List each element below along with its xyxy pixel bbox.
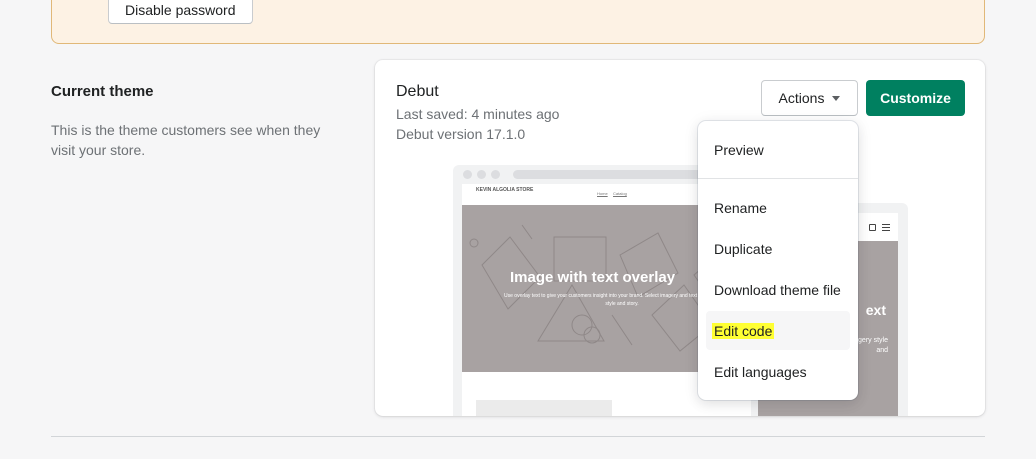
section-description: This is the theme customers see when the… [51,122,321,158]
customize-button[interactable]: Customize [866,80,965,116]
theme-last-saved: Last saved: 4 minutes ago [396,106,560,122]
caret-down-icon [832,95,841,101]
theme-name: Debut [396,83,439,100]
current-theme-card: Debut Last saved: 4 minutes ago Debut ve… [375,60,985,416]
content-placeholder [476,400,612,416]
cart-icon [869,224,876,231]
section-title: Current theme [51,83,154,100]
disable-password-button[interactable]: Disable password [108,0,253,24]
menu-item-edit-code[interactable]: Edit code [706,311,850,350]
menu-icon [882,224,890,231]
menu-divider [698,178,858,179]
store-name: KEVIN ALGOLIA STORE [476,187,534,193]
window-dots [463,170,500,179]
actions-dropdown-menu: Preview Rename Duplicate Download theme … [698,121,858,400]
menu-item-download-theme-file[interactable]: Download theme file [706,270,850,309]
nav-catalog: Catalog [613,191,627,196]
menu-item-preview[interactable]: Preview [706,130,850,169]
menu-item-rename[interactable]: Rename [706,188,850,227]
section-divider [51,436,985,437]
menu-item-edit-languages[interactable]: Edit languages [706,352,850,391]
mobile-hero-title: ext [865,302,886,318]
theme-version: Debut version 17.1.0 [396,126,526,142]
mobile-header-icons [869,224,890,231]
menu-item-edit-code-label: Edit code [712,322,775,339]
actions-label: Actions [778,90,825,106]
hero-title: Image with text overlay [510,269,676,286]
menu-item-duplicate[interactable]: Duplicate [706,229,850,268]
actions-button[interactable]: Actions [761,80,858,116]
nav-home: Home [597,191,608,196]
password-banner: Disable password [51,0,985,44]
